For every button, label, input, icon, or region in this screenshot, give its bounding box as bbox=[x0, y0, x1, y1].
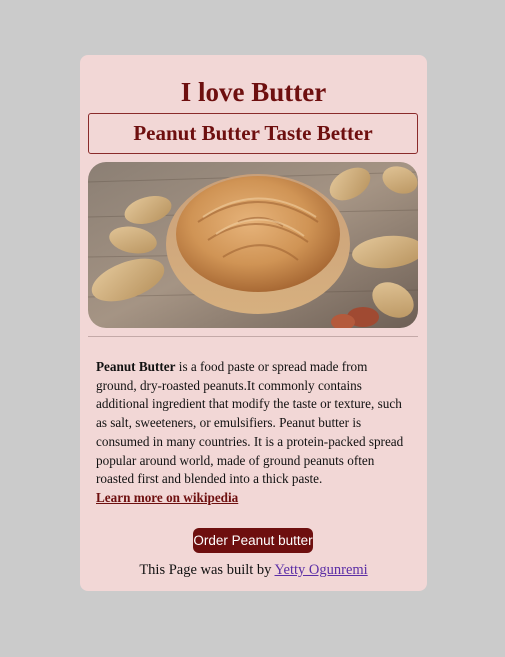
description-text: is a food paste or spread made from grou… bbox=[96, 359, 404, 487]
page-subtitle: Peanut Butter Taste Better bbox=[133, 121, 373, 145]
footer-prefix: This Page was built by bbox=[139, 562, 275, 578]
page-title: I love Butter bbox=[180, 77, 327, 107]
peanut-butter-bowl-image bbox=[88, 162, 418, 328]
order-peanut-butter-button[interactable]: Order Peanut butter bbox=[193, 528, 313, 553]
peanut-butter-bowl-illustration bbox=[88, 162, 418, 328]
wikipedia-link[interactable]: Learn more on wikipedia bbox=[96, 489, 408, 508]
page-card: I love Butter Peanut Butter Taste Better bbox=[80, 55, 427, 591]
footer: This Page was built by Yetty Ogunremi bbox=[80, 562, 427, 579]
divider bbox=[88, 336, 418, 337]
author-link[interactable]: Yetty Ogunremi bbox=[275, 562, 368, 578]
subtitle-box: Peanut Butter Taste Better bbox=[88, 113, 418, 154]
description-paragraph: Peanut Butter is a food paste or spread … bbox=[96, 358, 408, 508]
description-bold-term: Peanut Butter bbox=[96, 359, 176, 374]
